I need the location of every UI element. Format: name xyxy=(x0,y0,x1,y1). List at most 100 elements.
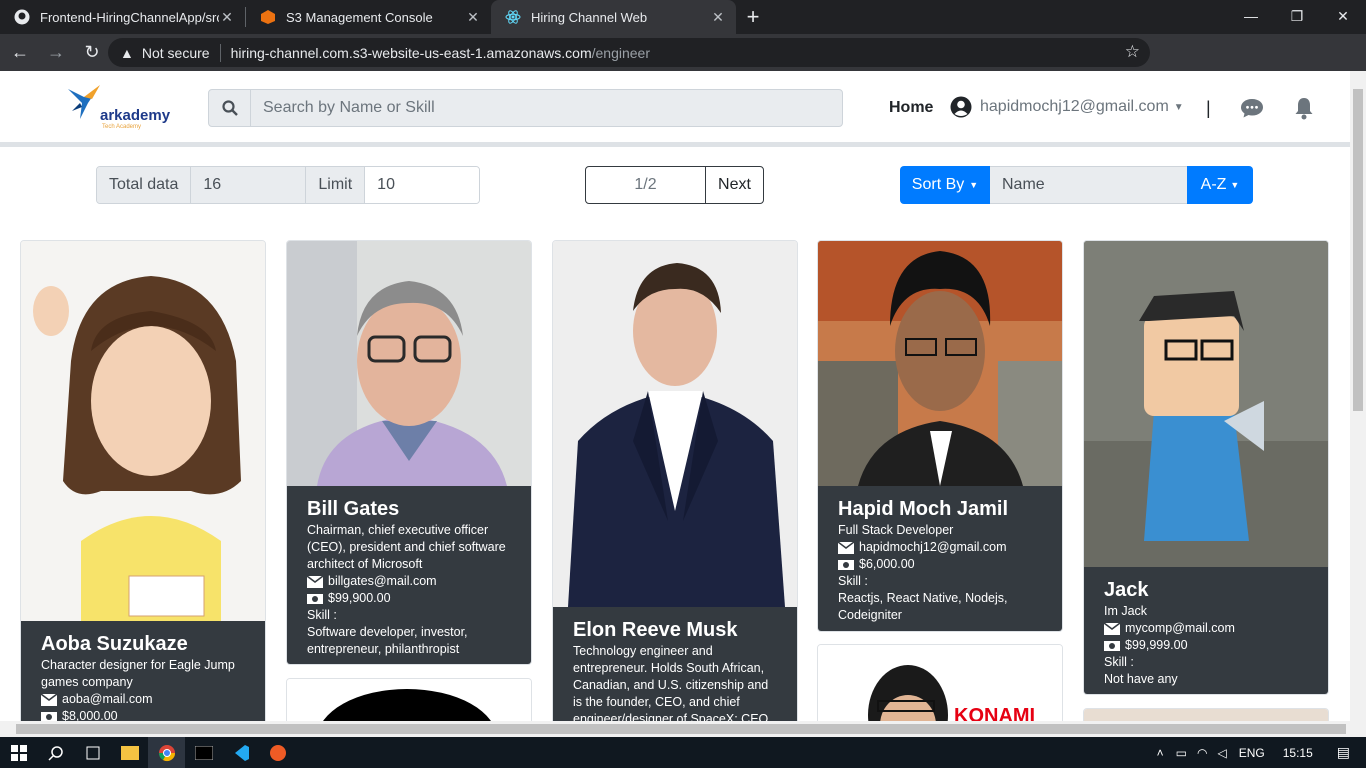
restore-icon[interactable]: ❐ xyxy=(1274,0,1320,32)
address-toolbar: ← → ↻ ▲ Not secure hiring-channel.com.s3… xyxy=(0,34,1366,96)
engineer-card[interactable]: Aoba Suzukaze Character designer for Eag… xyxy=(20,240,266,721)
engineer-description: Technology engineer and entrepreneur. Ho… xyxy=(573,644,769,721)
url-path: /engineer xyxy=(591,44,650,61)
user-menu[interactable]: hapidmochj12@gmail.com ▼ xyxy=(950,96,1184,118)
engineer-card[interactable] xyxy=(1083,708,1329,721)
notification-icon[interactable]: ▤ xyxy=(1337,744,1350,761)
back-arrow-icon[interactable]: ← xyxy=(4,37,36,69)
engineer-photo xyxy=(287,241,531,486)
scrollbar-thumb[interactable] xyxy=(16,724,1346,734)
file-explorer-icon[interactable] xyxy=(111,737,148,768)
chevron-up-icon[interactable]: ˄ xyxy=(1157,746,1164,760)
new-tab-button[interactable]: + xyxy=(736,0,770,34)
search-input[interactable] xyxy=(251,91,811,125)
next-page-button[interactable]: Next xyxy=(706,167,763,203)
wifi-icon[interactable]: ◠ xyxy=(1197,746,1207,760)
caret-down-icon: ▼ xyxy=(969,180,979,190)
page-content: arkademy Tech Academy Home hapidmochj12@… xyxy=(0,71,1350,721)
engineer-info: Jack Im Jack mycomp@mail.com $99,999.00 … xyxy=(1084,567,1328,694)
engineer-card[interactable]: Bill Gates Chairman, chief executive off… xyxy=(286,240,532,665)
logo-subtext: Tech Academy xyxy=(102,124,142,130)
windows-taskbar: ˄ ▭ ◠ ◁ ENG 15:15 ▤ xyxy=(0,737,1366,768)
engineer-name: Hapid Moch Jamil xyxy=(838,498,1009,520)
vscode-icon[interactable] xyxy=(222,737,259,768)
caret-down-icon: ▼ xyxy=(1230,180,1240,190)
horizontal-scrollbar[interactable] xyxy=(0,721,1350,737)
total-data-label: Total data xyxy=(97,167,192,203)
engineer-card[interactable]: Hapid Moch Jamil Full Stack Developer ha… xyxy=(817,240,1063,632)
engineer-name: Jack xyxy=(1104,579,1149,601)
system-tray: ˄ ▭ ◠ ◁ ENG 15:15 ▤ xyxy=(1157,737,1366,768)
engineer-skills: Software developer, investor, entreprene… xyxy=(307,625,468,656)
hummingbird-icon xyxy=(68,85,100,119)
engineer-photo xyxy=(818,241,1062,486)
nav-home-link[interactable]: Home xyxy=(889,99,933,117)
browser-tab-s3[interactable]: S3 Management Console ✕ xyxy=(246,0,491,34)
reload-icon[interactable]: ↻ xyxy=(76,37,108,69)
task-view-icon[interactable] xyxy=(74,737,111,768)
security-label: Not secure xyxy=(141,44,210,61)
vertical-scrollbar[interactable] xyxy=(1350,71,1366,737)
engineer-skills: Not have any xyxy=(1104,672,1178,686)
money-icon xyxy=(1104,640,1120,651)
bookmark-star-icon[interactable]: ☆ xyxy=(1125,42,1140,62)
engineer-photo xyxy=(21,241,265,621)
scrollbar-thumb[interactable] xyxy=(1353,89,1363,411)
skill-label: Skill : xyxy=(1104,655,1134,669)
search-icon[interactable] xyxy=(209,90,251,126)
arkademy-logo[interactable]: arkademy Tech Academy xyxy=(66,83,176,133)
banner-text: KONAMI xyxy=(954,705,1036,721)
engineer-salary: $99,900.00 xyxy=(328,591,391,605)
url-host: hiring-channel.com.s3-website-us-east-1.… xyxy=(230,44,592,61)
search-bar xyxy=(208,89,843,127)
chat-icon[interactable] xyxy=(1240,97,1264,124)
windows-start-icon[interactable] xyxy=(0,737,37,768)
engineer-salary: $99,999.00 xyxy=(1125,638,1188,652)
bell-icon[interactable] xyxy=(1294,96,1314,125)
browser-tab-github[interactable]: Frontend-HiringChannelApp/src/ ✕ xyxy=(0,0,245,34)
engineer-skills: Reactjs, React Native, Nodejs, Codeignit… xyxy=(838,591,1008,622)
engineer-name: Aoba Suzukaze xyxy=(41,633,188,655)
tab-title: Frontend-HiringChannelApp/src/ xyxy=(40,9,219,25)
forward-arrow-icon[interactable]: → xyxy=(40,37,72,69)
engineer-name: Bill Gates xyxy=(307,498,400,520)
engineer-card[interactable]: Elon Reeve Musk Technology engineer and … xyxy=(552,240,798,721)
clock[interactable]: 15:15 xyxy=(1283,746,1313,760)
window-controls: — ❐ ✕ xyxy=(1228,0,1366,32)
money-icon xyxy=(838,559,854,570)
limit-input[interactable]: 10 xyxy=(365,167,479,203)
engineer-salary: $8,000.00 xyxy=(62,709,118,721)
limit-label: Limit xyxy=(306,167,366,203)
order-label: A-Z xyxy=(1200,176,1227,193)
browser-tab-strip: Frontend-HiringChannelApp/src/ ✕ S3 Mana… xyxy=(0,0,1366,34)
warning-icon: ▲ xyxy=(120,44,134,61)
sort-by-dropdown[interactable]: Sort By ▼ xyxy=(900,166,990,204)
language-indicator[interactable]: ENG xyxy=(1239,746,1265,760)
engineer-photo xyxy=(553,241,797,607)
search-icon[interactable] xyxy=(37,737,74,768)
money-icon xyxy=(307,593,323,604)
engineer-photo xyxy=(1084,241,1328,567)
close-icon[interactable]: ✕ xyxy=(219,9,235,26)
close-window-icon[interactable]: ✕ xyxy=(1320,0,1366,32)
close-icon[interactable]: ✕ xyxy=(710,9,726,26)
sort-group: Sort By ▼ Name A-Z ▼ xyxy=(900,166,1253,204)
minimize-icon[interactable]: — xyxy=(1228,0,1274,32)
envelope-icon xyxy=(1104,622,1120,635)
postman-icon[interactable] xyxy=(259,737,296,768)
close-icon[interactable]: ✕ xyxy=(465,9,481,26)
browser-tab-hiring-channel[interactable]: Hiring Channel Web ✕ xyxy=(491,0,736,34)
engineer-card[interactable]: KONAMI xyxy=(817,644,1063,721)
engineer-info: Aoba Suzukaze Character designer for Eag… xyxy=(21,621,265,721)
terminal-icon[interactable] xyxy=(185,737,222,768)
battery-icon[interactable]: ▭ xyxy=(1176,746,1187,760)
order-dropdown[interactable]: A-Z ▼ xyxy=(1187,166,1253,204)
volume-icon[interactable]: ◁ xyxy=(1217,746,1226,760)
engineer-description: Full Stack Developer xyxy=(838,523,954,537)
address-bar[interactable]: ▲ Not secure hiring-channel.com.s3-websi… xyxy=(108,38,1150,67)
engineer-card[interactable]: Jack Im Jack mycomp@mail.com $99,999.00 … xyxy=(1083,240,1329,695)
sort-field-input[interactable]: Name xyxy=(990,166,1187,204)
chrome-icon[interactable] xyxy=(148,737,185,768)
engineer-card[interactable] xyxy=(286,678,532,721)
engineer-salary: $6,000.00 xyxy=(859,557,915,571)
